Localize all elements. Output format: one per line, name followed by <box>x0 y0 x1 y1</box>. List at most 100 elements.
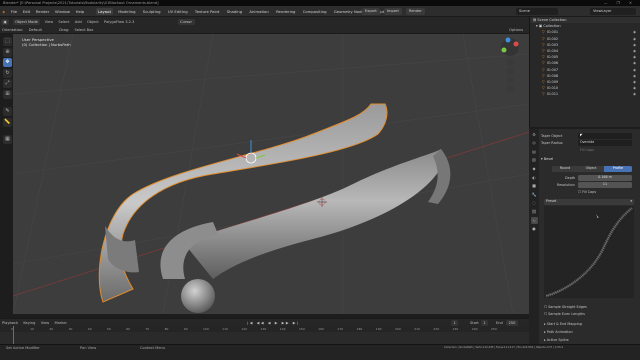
header-menu-object[interactable]: Object <box>87 17 99 27</box>
render-properties-tab[interactable]: ◎ <box>531 139 538 146</box>
fill-caps-checkbox[interactable]: ☐ Fill Caps <box>578 190 596 194</box>
3d-viewport[interactable] <box>13 34 529 314</box>
constraints-properties-tab[interactable]: ⛓ <box>531 208 538 215</box>
scale-tool[interactable]: ⤢ <box>3 79 12 89</box>
curve-object-icon: ▽ <box>542 67 545 72</box>
cursor-tool[interactable]: ⊕ <box>3 47 12 57</box>
timeline-area[interactable]: 0 10 20 30 40 50 60 70 80 90 100 110 120 130 140 150 160… <box>0 326 529 344</box>
bevel-mode-profile[interactable]: Profile <box>604 166 632 172</box>
taper-object-field[interactable]: ◤ <box>578 133 632 139</box>
menu-file[interactable]: File <box>11 6 17 17</box>
header-menu-view[interactable]: View <box>45 17 54 27</box>
measure-tool[interactable]: 📏 <box>3 117 12 127</box>
output-properties-tab[interactable]: ▤ <box>531 148 538 155</box>
sample-even-checkbox[interactable]: ☐ Sample Even Lengths <box>544 312 585 316</box>
workspace-tab-layout[interactable]: Layout <box>95 8 114 15</box>
outliner-item-list: ▽ IO.001 ◉ ▽ IO.002 ◉ ▽ IO.003 ◉ ▽ IO.004 ◉ ▽ IO.005 ◉… <box>530 29 640 97</box>
curve-object-icon: ▽ <box>542 30 545 35</box>
editor-type-button[interactable]: ▣ <box>1 19 10 25</box>
header-menu-add[interactable]: Add <box>75 17 82 27</box>
workspace-tab-uv-editing[interactable]: UV Editing <box>165 8 190 15</box>
curve-data-tab[interactable]: ∿ <box>530 216 538 224</box>
bevel-mode-round[interactable]: Round <box>552 166 578 172</box>
navigation-gizmo[interactable] <box>498 37 522 94</box>
mode-selector[interactable]: Object Mode <box>12 19 41 25</box>
gizmo-y-icon <box>501 47 507 53</box>
viewport-header: ▣ Object Mode View Select Add Object Pol… <box>0 17 529 27</box>
ortho-toggle-icon <box>506 85 514 93</box>
second-ornament-ball <box>181 279 215 313</box>
render-button[interactable]: Render <box>406 8 425 15</box>
menu-help[interactable]: Help <box>76 6 85 17</box>
outliner-panel[interactable]: ▤ Scene Collection ▾ ▣ Collection ▽ IO.00… <box>529 17 640 127</box>
workspace-tab-modeling[interactable]: Modeling <box>116 8 138 15</box>
frame-tick-label: 80 <box>164 327 169 331</box>
resolution-field[interactable]: 11 <box>578 182 632 188</box>
workspace-tab-texture-paint[interactable]: Texture Paint <box>192 8 222 15</box>
pan-icon <box>506 67 514 75</box>
sample-straight-checkbox[interactable]: ☐ Sample Straight Edges <box>544 305 587 309</box>
taper-radius-field[interactable]: Override <box>578 140 632 146</box>
options-dropdown[interactable]: Options <box>509 27 523 34</box>
workspace-tab-sculpting[interactable]: Sculpting <box>140 8 163 15</box>
gizmo-x-icon <box>513 41 519 47</box>
tool-settings-bar: Orientation: Default Drag: Select Box Op… <box>0 27 529 34</box>
select-box-tool[interactable]: ⬚ <box>3 37 12 46</box>
visibility-eye-icon[interactable]: ◉ <box>633 91 636 97</box>
frame-tick-label: 150 <box>299 327 305 331</box>
object-properties-tab[interactable]: ■ <box>531 182 538 189</box>
active-spline-section[interactable]: ▸ Active Spline <box>544 338 569 342</box>
menu-render[interactable]: Render <box>36 6 50 17</box>
tool-shelf: ⬚ ⊕ ✥ ↻ ⤢ ⊞ ✎ 📏 ▦ <box>2 37 13 267</box>
resolution-label: Resolution <box>557 183 575 187</box>
playhead[interactable] <box>13 326 14 344</box>
frame-tick-label: 130 <box>260 327 267 331</box>
bevel-mode-object[interactable]: Object <box>578 166 604 172</box>
frame-tick-label: 190 <box>375 327 382 331</box>
frame-tick-label: 70 <box>145 327 150 331</box>
window-title: Blender* [E:\Personal Projects\2021\Tuto… <box>3 1 159 5</box>
material-properties-tab[interactable]: ● <box>531 225 538 232</box>
scene-statistics: Collection | NurbsPath | Verts:112,445 |… <box>444 346 564 349</box>
bevel-section-header[interactable]: ▾ Bevel <box>541 157 553 161</box>
workspace-tab-shading[interactable]: Shading <box>224 8 244 15</box>
drag-selector[interactable]: Select Box <box>74 27 93 34</box>
frame-tick-label: 100 <box>203 327 209 331</box>
rotate-tool[interactable]: ↻ <box>3 68 12 78</box>
header-menu-select[interactable]: Select <box>58 17 69 27</box>
path-animation-section[interactable]: ▸ Path Animation <box>544 330 573 334</box>
profile-curve-widget[interactable] <box>544 206 634 299</box>
frame-tick-label: 120 <box>241 327 248 331</box>
world-properties-tab[interactable]: ◐ <box>531 174 538 181</box>
curve-object-icon: ▽ <box>542 42 545 47</box>
preset-dropdown[interactable]: Preset ▾ <box>544 199 634 205</box>
depth-field[interactable]: 0.166 m <box>578 175 632 181</box>
workspace-tab-animation[interactable]: Animation <box>247 8 271 15</box>
transform-tool[interactable]: ⊞ <box>3 89 12 99</box>
outliner-item[interactable]: ▽ IO.011 ◉ <box>530 91 640 97</box>
gizmo-z-icon <box>505 37 511 43</box>
tool-properties-tab[interactable]: ⚙ <box>531 131 538 138</box>
start-end-mapping-section[interactable]: ▸ Start & End Mapping <box>544 322 582 326</box>
frame-tick-label: 160 <box>318 327 324 331</box>
annotate-tool[interactable]: ✎ <box>3 106 12 116</box>
pivot-selector[interactable]: Cursor <box>177 19 195 25</box>
fill-caps-label-top: Fill Caps <box>580 148 594 152</box>
menu-edit[interactable]: Edit <box>23 6 30 17</box>
physics-properties-tab[interactable]: ◌ <box>531 199 538 206</box>
view-layer-tab[interactable]: ▧ <box>531 156 538 163</box>
scene-properties-tab[interactable]: ◆ <box>531 165 538 172</box>
add-cube-tool[interactable]: ▦ <box>3 134 12 144</box>
modifier-properties-tab[interactable]: 🔧 <box>531 191 538 198</box>
workspace-tab-rendering[interactable]: Rendering <box>274 8 298 15</box>
menu-window[interactable]: Window <box>55 6 70 17</box>
orientation-selector[interactable]: Default <box>29 27 42 34</box>
workspace-tab-compositing[interactable]: Compositing <box>300 8 329 15</box>
header-menu-polygoflow[interactable]: PolygoFlow 3.2.3 <box>104 17 134 27</box>
import-button[interactable]: Import <box>384 8 402 15</box>
move-tool[interactable]: ✥ <box>3 58 12 68</box>
scene-selector[interactable]: Scene <box>516 8 558 15</box>
export-button[interactable]: Export <box>362 8 380 15</box>
view-layer-selector[interactable]: ViewLayer <box>590 8 636 15</box>
blender-logo-icon[interactable]: ◈ <box>2 6 5 17</box>
